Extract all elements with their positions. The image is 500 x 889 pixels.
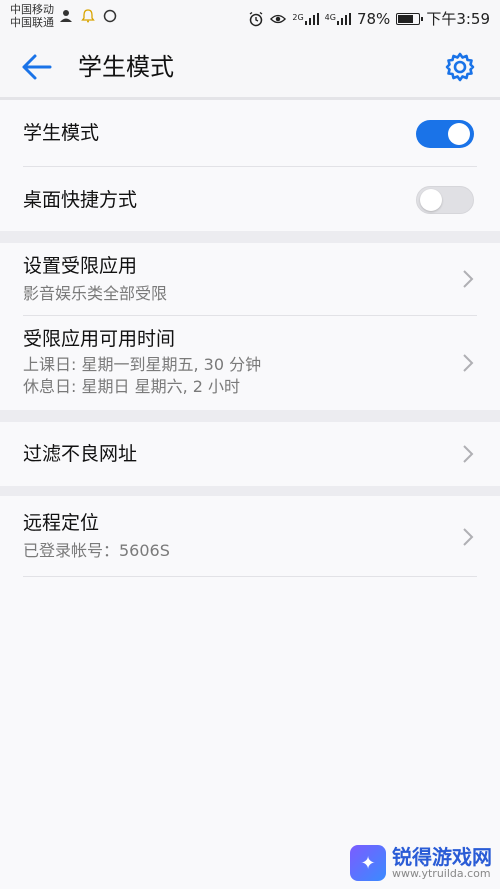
divider bbox=[23, 315, 477, 316]
back-button[interactable] bbox=[20, 52, 54, 82]
filter-urls-row[interactable]: 过滤不良网址 bbox=[0, 442, 500, 468]
chevron-right-icon bbox=[463, 270, 474, 288]
divider bbox=[23, 576, 477, 577]
restricted-apps-title: 设置受限应用 bbox=[23, 255, 138, 277]
toggle-knob bbox=[448, 123, 470, 145]
available-time-title: 受限应用可用时间 bbox=[23, 328, 176, 350]
battery-icon bbox=[396, 12, 424, 25]
title-bar: 学生模式 bbox=[0, 36, 500, 98]
bell-icon bbox=[80, 8, 96, 24]
signal-4g: 4G bbox=[324, 12, 351, 25]
back-arrow-icon[interactable] bbox=[20, 52, 54, 82]
restricted-apps-subtitle: 影音娱乐类全部受限 bbox=[23, 284, 168, 303]
loading-circle-icon bbox=[102, 8, 118, 24]
carrier-1: 中国移动 bbox=[10, 3, 54, 16]
watermark-url: www.ytruilda.com bbox=[392, 867, 491, 880]
signal-bars-icon bbox=[336, 12, 351, 25]
remote-location-row[interactable]: 远程定位 已登录帐号：5606S bbox=[0, 511, 500, 567]
student-mode-toggle[interactable] bbox=[416, 120, 474, 148]
chevron-right-icon bbox=[463, 445, 474, 463]
available-time-weekday: 上课日: 星期一到星期五, 30 分钟 bbox=[23, 355, 262, 374]
carrier-info: 中国移动 中国联通 bbox=[10, 3, 54, 29]
settings-button[interactable] bbox=[444, 51, 476, 83]
remote-location-account: 已登录帐号：5606S bbox=[23, 541, 170, 560]
gear-icon[interactable] bbox=[444, 51, 476, 83]
divider bbox=[23, 166, 477, 167]
chevron-right-icon bbox=[463, 528, 474, 546]
signal-2g: 2G bbox=[292, 12, 319, 25]
notification-icons bbox=[58, 8, 118, 24]
section-gap bbox=[0, 486, 500, 496]
remote-location-title: 远程定位 bbox=[23, 512, 100, 534]
available-time-row[interactable]: 受限应用可用时间 上课日: 星期一到星期五, 30 分钟 休息日: 星期日 星期… bbox=[0, 327, 500, 405]
user-icon bbox=[58, 8, 74, 24]
toggle-knob bbox=[420, 189, 442, 211]
status-right: 2G 4G 78% 下午3:59 bbox=[248, 8, 490, 29]
restriction-section: 设置受限应用 影音娱乐类全部受限 受限应用可用时间 上课日: 星期一到星期五, … bbox=[0, 243, 500, 410]
watermark: ✦ 锐得游戏网 www.ytruilda.com bbox=[350, 845, 492, 881]
status-bar: 中国移动 中国联通 2G 4G 78% 下午3:59 bbox=[0, 0, 500, 36]
watermark-logo-icon: ✦ bbox=[350, 845, 386, 881]
location-section: 远程定位 已登录帐号：5606S bbox=[0, 496, 500, 889]
section-gap bbox=[0, 231, 500, 243]
network-4g-label: 4G bbox=[324, 12, 336, 22]
signal-bars-icon bbox=[304, 12, 319, 25]
filter-urls-title: 过滤不良网址 bbox=[23, 443, 138, 465]
clock: 下午3:59 bbox=[426, 10, 490, 28]
available-time-weekend: 休息日: 星期日 星期六, 2 小时 bbox=[23, 377, 241, 396]
eye-icon bbox=[270, 11, 287, 27]
chevron-right-icon bbox=[463, 354, 474, 372]
battery-percent: 78% bbox=[356, 9, 391, 28]
network-2g-label: 2G bbox=[292, 12, 304, 22]
section-gap bbox=[0, 410, 500, 422]
alarm-icon bbox=[248, 11, 264, 27]
watermark-name: 锐得游戏网 bbox=[392, 845, 492, 869]
toggle-section: 学生模式 桌面快捷方式 bbox=[0, 100, 500, 231]
carrier-2: 中国联通 bbox=[10, 16, 54, 29]
restricted-apps-row[interactable]: 设置受限应用 影音娱乐类全部受限 bbox=[0, 254, 500, 314]
filter-section: 过滤不良网址 bbox=[0, 422, 500, 486]
desktop-shortcut-toggle[interactable] bbox=[416, 186, 474, 214]
page-title: 学生模式 bbox=[78, 53, 174, 81]
